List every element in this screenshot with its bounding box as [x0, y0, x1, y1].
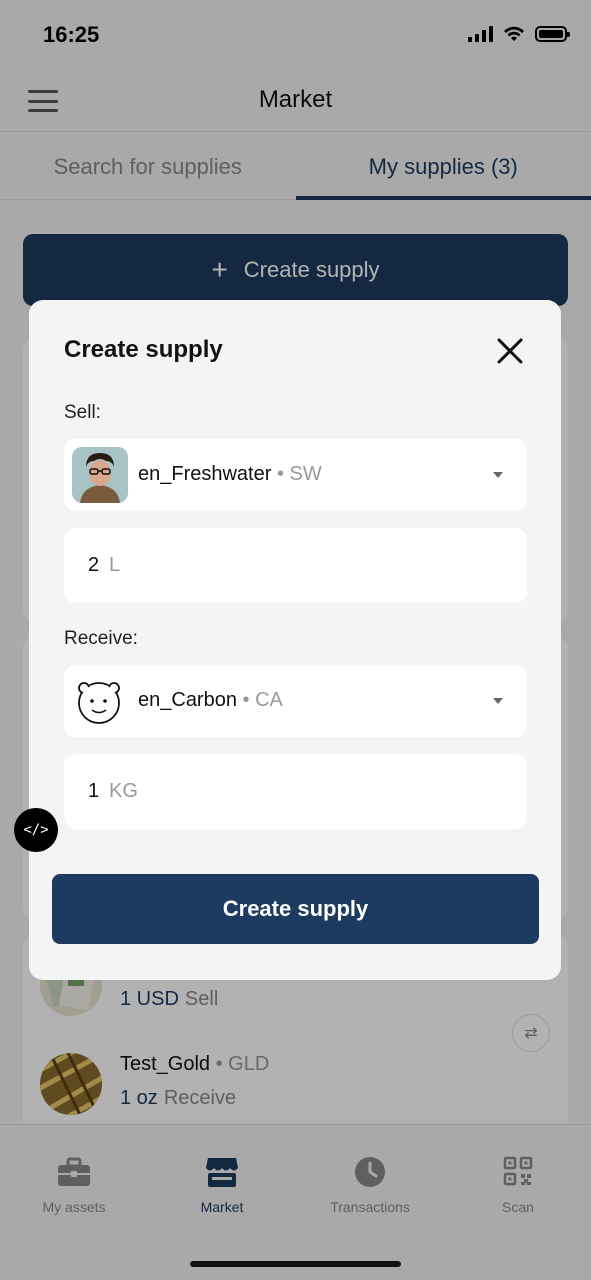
receive-amount-input[interactable]: 1 KG	[64, 754, 527, 829]
home-indicator	[190, 1261, 401, 1267]
dialog-title: Create supply	[64, 336, 223, 363]
receive-label: Receive:	[64, 628, 138, 649]
carbon-avatar	[72, 673, 128, 729]
sell-label: Sell:	[64, 402, 101, 423]
freshwater-avatar	[72, 447, 128, 503]
create-supply-dialog: Create supply Sell: en_Freshwater • SW 2…	[29, 300, 561, 980]
sell-asset-select[interactable]: en_Freshwater • SW	[64, 439, 527, 511]
receive-asset-text: en_Carbon • CA	[138, 689, 283, 711]
receive-asset-select[interactable]: en_Carbon • CA	[64, 665, 527, 737]
chevron-down-icon	[493, 472, 503, 478]
sell-amount-input[interactable]: 2 L	[64, 528, 527, 603]
submit-create-supply-button[interactable]: Create supply	[52, 874, 539, 944]
dev-tools-badge[interactable]: </>	[14, 808, 58, 852]
sell-asset-text: en_Freshwater • SW	[138, 463, 322, 485]
chevron-down-icon	[493, 698, 503, 704]
close-icon[interactable]	[495, 336, 525, 366]
